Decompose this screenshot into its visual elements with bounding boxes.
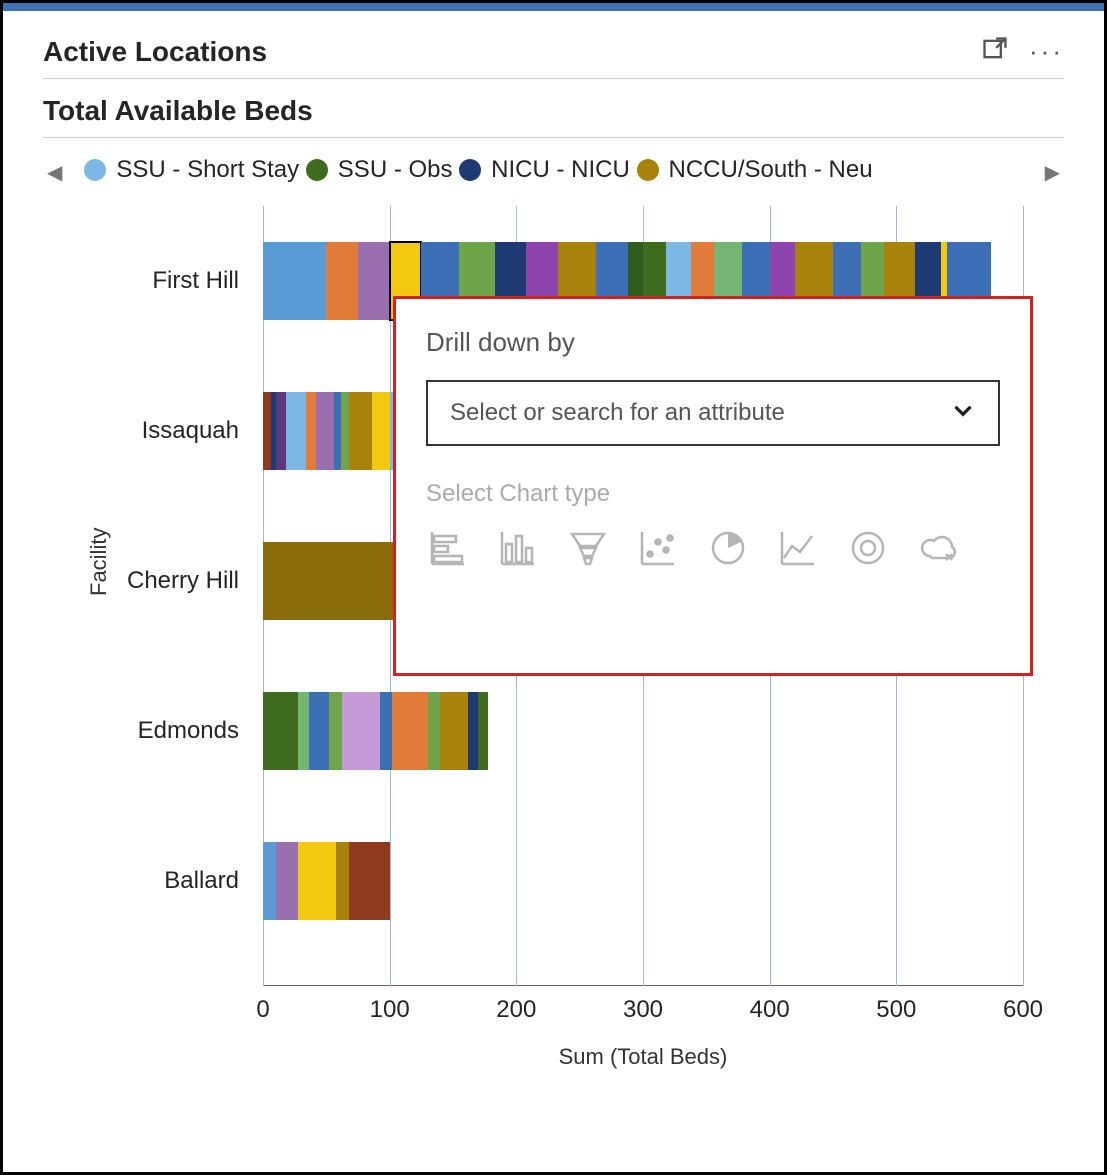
y-tick-label: Edmonds (138, 717, 239, 745)
expand-icon[interactable] (981, 35, 1009, 68)
legend-item[interactable]: NICU - NICU (459, 156, 630, 184)
chart-type-row (426, 526, 1000, 575)
x-tick-label: 0 (256, 996, 269, 1024)
bar-segment[interactable] (329, 692, 342, 770)
chart-type-cloud-icon[interactable] (916, 526, 960, 575)
chart-type-horizontal-bar-icon[interactable] (426, 526, 470, 575)
x-tick-label: 200 (496, 996, 536, 1024)
bar-segment[interactable] (478, 692, 488, 770)
bar-segment[interactable] (392, 692, 427, 770)
chart-type-line-icon[interactable] (776, 526, 820, 575)
bar-segment[interactable] (276, 842, 299, 920)
legend-item[interactable]: SSU - Short Stay (84, 156, 299, 184)
x-tick-label: 600 (1003, 996, 1043, 1024)
bar-segment[interactable] (263, 842, 276, 920)
bar-segment[interactable] (263, 242, 326, 320)
drill-down-title: Drill down by (426, 327, 1000, 358)
bar-segment[interactable] (341, 392, 349, 470)
x-tick-label: 400 (750, 996, 790, 1024)
bar-segment[interactable] (326, 242, 358, 320)
legend-label: SSU - Short Stay (116, 156, 299, 184)
bar-segment[interactable] (316, 392, 334, 470)
bar-segment[interactable] (309, 692, 329, 770)
card-accent-bar (3, 3, 1104, 11)
card-header: Active Locations ··· (43, 35, 1064, 79)
bar-segment[interactable] (263, 392, 271, 470)
bar-row[interactable] (263, 692, 488, 770)
x-tick-label: 500 (876, 996, 916, 1024)
bar-segment[interactable] (468, 692, 478, 770)
bar-segment[interactable] (358, 242, 390, 320)
more-options-icon[interactable]: ··· (1029, 36, 1064, 67)
x-tick-label: 300 (623, 996, 663, 1024)
chart-title: Total Available Beds (43, 95, 1064, 127)
legend-label: SSU - Obs (338, 156, 453, 184)
y-axis-labels: First Hill Issaquah Cherry Hill Edmonds Ball… (43, 206, 253, 986)
bar-segment[interactable] (349, 842, 390, 920)
bar-segment[interactable] (428, 692, 441, 770)
y-tick-label: First Hill (152, 267, 239, 295)
legend-swatch (637, 159, 659, 181)
bar-segment[interactable] (298, 692, 308, 770)
legend-label: NICU - NICU (491, 156, 630, 184)
bar-segment[interactable] (334, 392, 342, 470)
chart-type-pie-icon[interactable] (706, 526, 750, 575)
bar-segment[interactable] (380, 692, 393, 770)
chart-type-vertical-bar-icon[interactable] (496, 526, 540, 575)
chart-type-label: Select Chart type (426, 480, 1000, 508)
bar-segment[interactable] (372, 392, 390, 470)
y-tick-label: Issaquah (142, 417, 239, 445)
bar-segment[interactable] (276, 392, 286, 470)
chevron-down-icon (950, 397, 976, 430)
bar-segment[interactable] (440, 692, 468, 770)
legend-swatch (459, 159, 481, 181)
legend-swatch (84, 159, 106, 181)
legend-item[interactable]: NCCU/South - Neu (637, 156, 873, 184)
chart-type-donut-icon[interactable] (846, 526, 890, 575)
card-subtitle-row: Total Available Beds (43, 85, 1064, 138)
legend-swatch (306, 159, 328, 181)
chart-type-funnel-icon[interactable] (566, 526, 610, 575)
y-tick-label: Ballard (164, 867, 239, 895)
bar-segment[interactable] (286, 392, 306, 470)
chart-type-scatter-icon[interactable] (636, 526, 680, 575)
legend-prev-icon[interactable]: ◀ (43, 160, 66, 185)
legend: ◀ SSU - Short Stay SSU - Obs NICU - NICU… (43, 138, 1064, 196)
chart-area: Facility First HillIssaquahCherry HillEd… (43, 206, 1064, 1106)
legend-item[interactable]: SSU - Obs (306, 156, 453, 184)
legend-next-icon[interactable]: ▶ (1041, 160, 1064, 185)
y-tick-label: Cherry Hill (127, 567, 239, 595)
card-title: Active Locations (43, 36, 267, 68)
drill-down-placeholder: Select or search for an attribute (450, 399, 785, 427)
bar-segment[interactable] (336, 842, 349, 920)
x-axis-labels: 0100200300400500600 (263, 996, 1023, 1036)
drill-down-attribute-select[interactable]: Select or search for an attribute (426, 380, 1000, 446)
bar-segment[interactable] (349, 392, 372, 470)
bar-segment[interactable] (342, 692, 380, 770)
bar-segment[interactable] (306, 392, 316, 470)
x-tick-label: 100 (370, 996, 410, 1024)
x-axis-title: Sum (Total Beds) (263, 1044, 1023, 1070)
report-card: Active Locations ··· Total Available Bed… (0, 0, 1107, 1175)
drill-down-popover: Drill down by Select or search for an at… (393, 296, 1033, 676)
bar-segment[interactable] (263, 692, 298, 770)
bar-segment[interactable] (298, 842, 336, 920)
bar-row[interactable] (263, 842, 390, 920)
legend-label: NCCU/South - Neu (669, 156, 873, 184)
